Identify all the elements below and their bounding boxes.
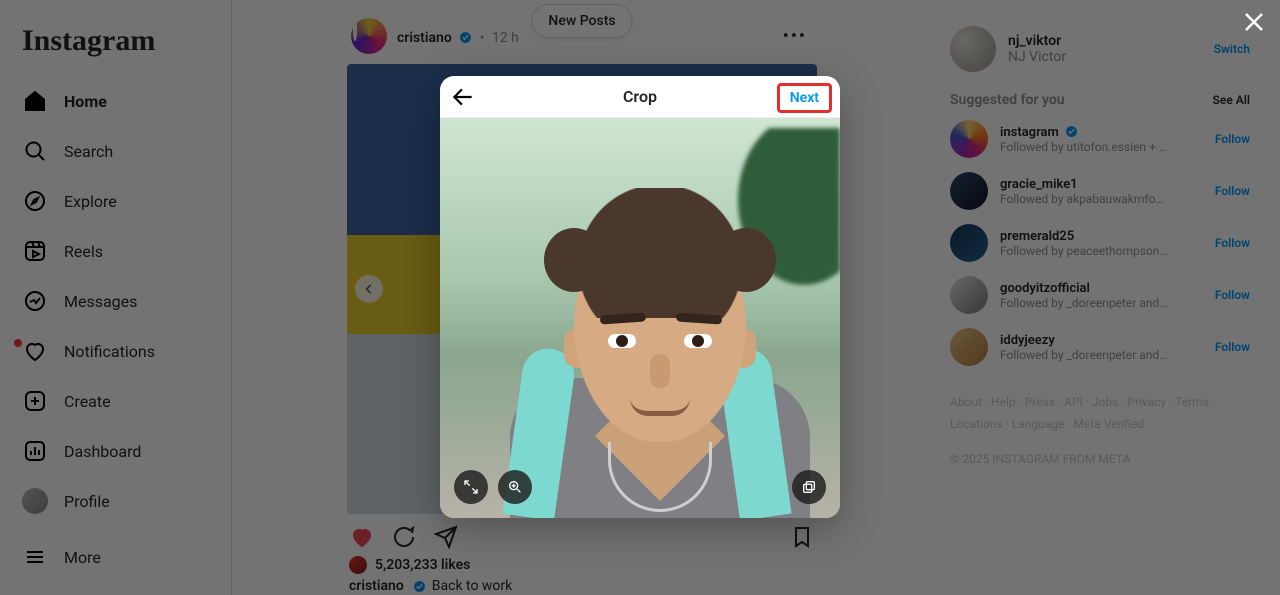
modal-next-button[interactable]: Next (777, 83, 832, 113)
modal-back-button[interactable] (450, 84, 476, 114)
aspect-ratio-button[interactable] (454, 470, 488, 504)
crop-canvas[interactable] (440, 118, 840, 518)
zoom-button[interactable] (498, 470, 532, 504)
modal-title: Crop (623, 87, 657, 106)
modal-header: Crop Next (440, 76, 840, 118)
multi-select-button[interactable] (792, 470, 826, 504)
create-post-modal: Crop Next (440, 76, 840, 518)
upload-preview-image (440, 118, 840, 518)
close-button[interactable] (1242, 10, 1266, 38)
